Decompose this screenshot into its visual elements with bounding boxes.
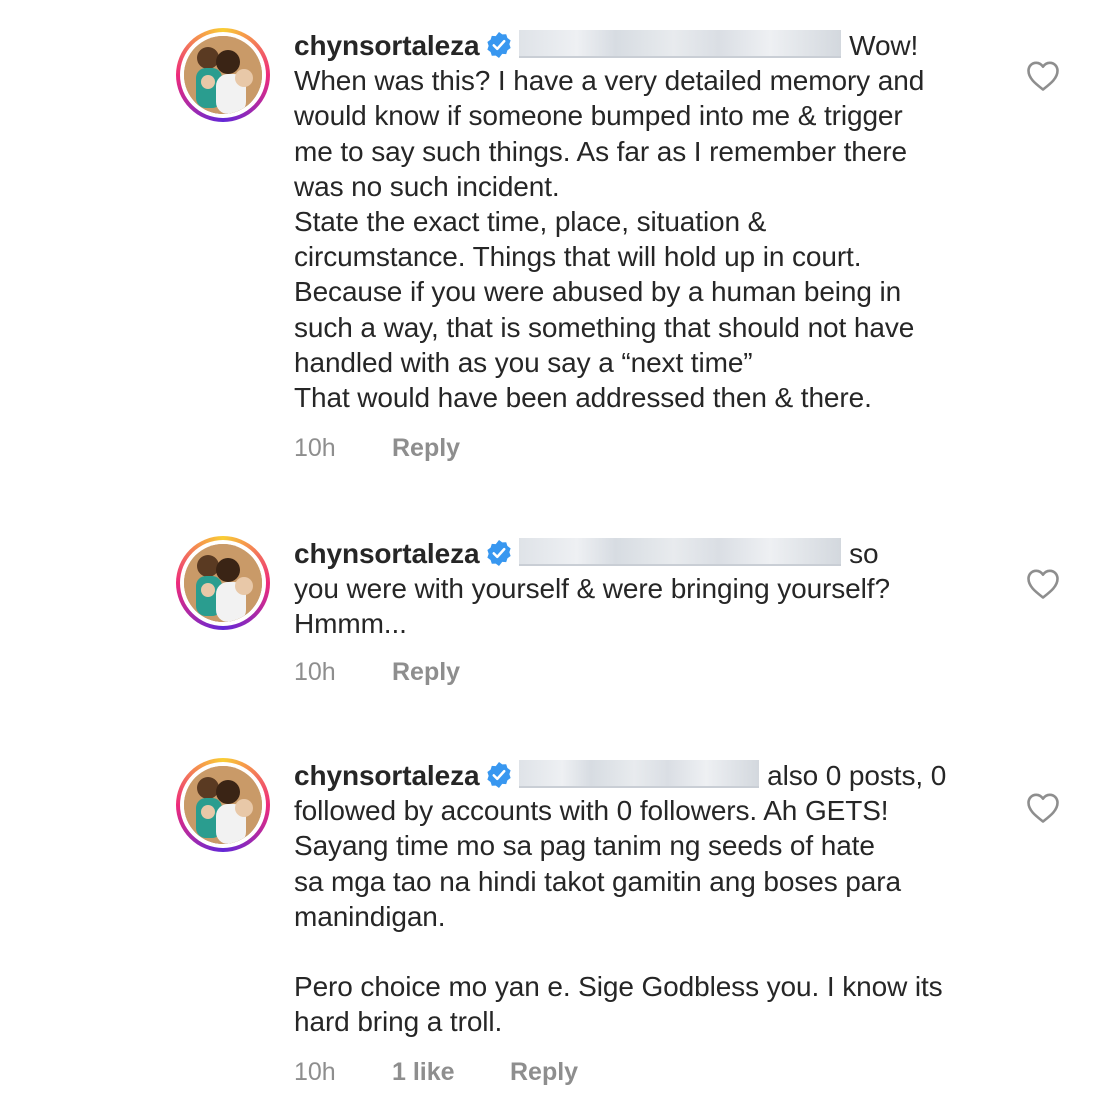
- avatar[interactable]: [176, 536, 270, 630]
- comment-text: chynsortaleza also 0 posts, 0 followed b…: [294, 758, 994, 1040]
- comment-lead-text: Wow!: [849, 30, 919, 61]
- comment-body: you were with yourself & were bringing y…: [294, 573, 890, 640]
- comment-text: chynsortaleza Wow! When was this? I have…: [294, 28, 994, 415]
- comment-meta: 10h 1 like Reply: [294, 1058, 578, 1087]
- comment-meta: 10h Reply: [294, 658, 460, 687]
- username[interactable]: chynsortaleza: [294, 538, 480, 569]
- likes-count[interactable]: 1 like: [392, 1058, 510, 1087]
- comment-body: followed by accounts with 0 followers. A…: [294, 795, 943, 1038]
- timestamp: 10h: [294, 658, 336, 686]
- comment-body: When was this? I have a very detailed me…: [294, 65, 925, 414]
- comment-meta: 10h Reply: [294, 434, 460, 463]
- redacted-mention: [519, 30, 842, 58]
- comment-lead-text: also 0 posts, 0: [767, 760, 947, 791]
- heart-outline-icon[interactable]: [1026, 792, 1060, 824]
- redacted-mention: [519, 538, 842, 566]
- avatar[interactable]: [176, 758, 270, 852]
- username[interactable]: chynsortaleza: [294, 30, 480, 61]
- heart-outline-icon[interactable]: [1026, 60, 1060, 92]
- avatar-photo: [184, 36, 262, 114]
- verified-badge-icon: [487, 762, 512, 788]
- heart-outline-icon[interactable]: [1026, 568, 1060, 600]
- username[interactable]: chynsortaleza: [294, 760, 480, 791]
- timestamp: 10h: [294, 1058, 336, 1086]
- avatar-photo: [184, 544, 262, 622]
- reply-button[interactable]: Reply: [392, 434, 460, 463]
- reply-button[interactable]: Reply: [392, 658, 460, 687]
- reply-button[interactable]: Reply: [510, 1058, 578, 1087]
- avatar[interactable]: [176, 28, 270, 122]
- timestamp: 10h: [294, 434, 336, 462]
- verified-badge-icon: [487, 540, 512, 566]
- comment-text: chynsortaleza so you were with yourself …: [294, 536, 994, 642]
- verified-badge-icon: [487, 32, 512, 58]
- redacted-mention: [519, 760, 760, 788]
- avatar-photo: [184, 766, 262, 844]
- comment-lead-text: so: [849, 538, 879, 569]
